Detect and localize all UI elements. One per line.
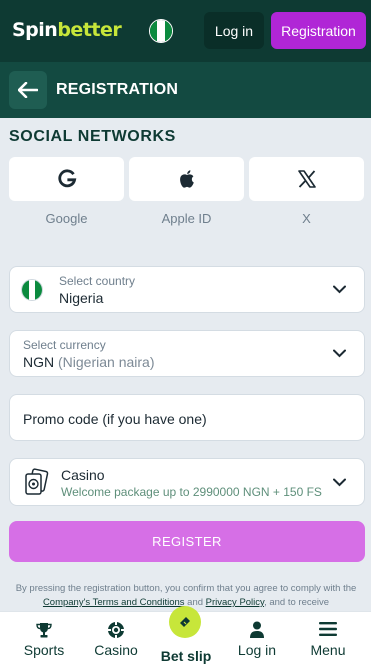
google-icon xyxy=(57,169,76,188)
apple-icon xyxy=(179,170,194,188)
nav-menu-label: Menu xyxy=(310,642,346,658)
title-bar: REGISTRATION xyxy=(0,62,371,118)
nav-login-label: Log in xyxy=(237,642,277,658)
trophy-icon xyxy=(36,623,52,638)
logo[interactable]: Spinbetter xyxy=(12,19,122,41)
casino-chip-icon xyxy=(108,622,124,638)
top-header: Spinbetter Log in Registration xyxy=(0,0,371,62)
currency-field-label: Select currency xyxy=(23,338,106,352)
social-networks-title: SOCIAL NETWORKS xyxy=(9,128,176,145)
bonus-select[interactable]: Casino Welcome package up to 2990000 NGN… xyxy=(9,458,365,506)
google-button[interactable] xyxy=(9,157,124,201)
x-label: X xyxy=(302,211,311,226)
registration-button[interactable]: Registration xyxy=(271,12,366,49)
register-button[interactable]: REGISTER xyxy=(9,521,365,562)
nav-login[interactable]: Log in xyxy=(220,612,294,666)
promo-code-input[interactable]: Promo code (if you have one) xyxy=(9,394,365,441)
chevron-down-icon xyxy=(333,478,346,487)
apple-id-label: Apple ID xyxy=(161,211,212,226)
nav-sports[interactable]: Sports xyxy=(7,612,81,666)
nav-menu[interactable]: Menu xyxy=(291,612,365,666)
menu-icon xyxy=(319,622,337,636)
terms-link[interactable]: Company's Terms and Conditions xyxy=(43,597,185,608)
currency-select[interactable]: Select currency NGN (Nigerian naira) xyxy=(9,330,365,377)
logo-spin: Spin xyxy=(12,19,58,41)
casino-cards-icon xyxy=(25,468,49,495)
nav-sports-label: Sports xyxy=(23,642,65,658)
x-button[interactable] xyxy=(249,157,364,201)
terms-start: By pressing the registration button, you… xyxy=(15,583,357,594)
currency-name: (Nigerian naira) xyxy=(58,354,155,370)
privacy-policy-link[interactable]: Privacy Policy xyxy=(206,597,264,608)
terms-end: , and to receive xyxy=(264,597,330,608)
back-button[interactable] xyxy=(9,71,47,109)
nav-casino-label: Casino xyxy=(94,642,138,658)
nigeria-flag-icon[interactable] xyxy=(149,19,173,43)
nigeria-flag-icon xyxy=(21,279,43,301)
page-title: REGISTRATION xyxy=(56,81,179,98)
nav-casino[interactable]: Casino xyxy=(79,612,153,666)
apple-id-button[interactable] xyxy=(129,157,244,201)
country-select[interactable]: Select country Nigeria xyxy=(9,266,365,313)
google-label: Google xyxy=(45,211,88,226)
country-field-value: Nigeria xyxy=(59,290,104,306)
promo-code-placeholder: Promo code (if you have one) xyxy=(23,411,207,427)
currency-code: NGN xyxy=(23,354,55,370)
login-button[interactable]: Log in xyxy=(204,12,264,49)
chevron-down-icon xyxy=(333,285,346,294)
ticket-icon xyxy=(180,617,190,627)
nav-betslip-label[interactable]: Bet slip xyxy=(148,648,224,664)
chevron-down-icon xyxy=(333,349,346,358)
arrow-left-icon xyxy=(18,82,38,98)
logo-better: better xyxy=(57,19,122,41)
country-field-label: Select country xyxy=(59,274,136,288)
currency-field-value: NGN (Nigerian naira) xyxy=(23,354,155,370)
bonus-description: Welcome package up to 2990000 NGN + 150 … xyxy=(61,485,322,499)
user-icon xyxy=(250,621,264,638)
bet-slip-button[interactable] xyxy=(169,606,201,638)
x-icon xyxy=(297,170,316,188)
bonus-title: Casino xyxy=(61,467,105,483)
